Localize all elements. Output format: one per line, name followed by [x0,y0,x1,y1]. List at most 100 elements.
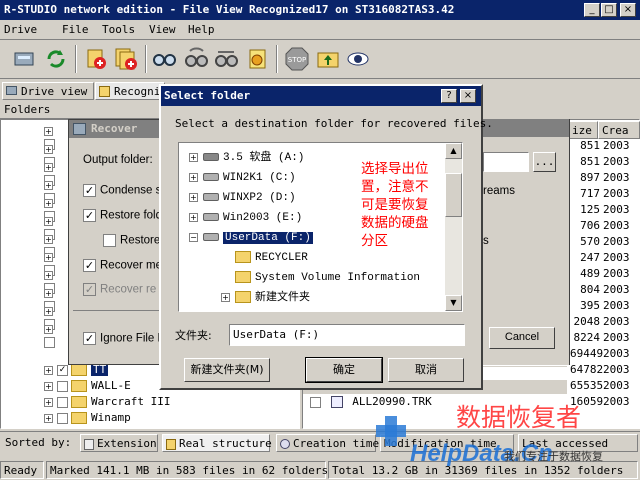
recover-re-checkbox[interactable]: ✓ [83,283,96,296]
sort-tab-label: Extension [97,437,157,450]
new-folder-button[interactable]: 新建文件夹(M) [184,358,270,382]
up-folder-icon[interactable] [314,45,342,73]
expand-icon[interactable]: + [44,162,53,172]
tree-checkbox[interactable]: ✓ [57,364,68,376]
restore-option[interactable]: Restore [103,234,160,247]
view-icon[interactable] [344,45,372,73]
drives-icon[interactable] [10,45,38,73]
expand-icon[interactable]: + [44,270,53,280]
expand-icon[interactable]: + [44,413,53,423]
recover-cancel-button[interactable]: Cancel [489,327,555,349]
tree-checkbox[interactable] [57,412,68,424]
recover-re-option[interactable]: ✓ Recover re [83,283,156,296]
file-row[interactable]: ALL20990.TRK [310,394,432,410]
column-size[interactable]: ize [568,121,598,139]
expand-icon[interactable]: + [189,213,198,222]
stop-icon[interactable]: STOP [283,45,311,73]
close-window-button[interactable]: × [620,3,636,17]
tree-item-wall-e[interactable]: + WALL-E [44,378,131,394]
sort-tab-real-structure[interactable]: Real structure [162,434,272,452]
tab-recognized[interactable]: Recogni [95,82,165,100]
expand-icon[interactable]: + [189,173,198,182]
open-icon[interactable] [243,45,271,73]
restore-folder-checkbox[interactable]: ✓ [83,209,96,222]
scan-all-icon[interactable] [182,45,210,73]
folder-icon [235,271,251,284]
menu-drive[interactable]: Drive [4,23,37,36]
menu-file[interactable]: File [62,23,89,36]
folder-icon [71,396,87,408]
cancel-button[interactable]: 取消 [388,358,464,382]
output-folder-input[interactable] [483,152,529,172]
created-cell: 2003 [603,395,630,408]
browse-button[interactable]: ... [533,152,556,172]
folder-tree-label: WIN2K1 (C:) [223,172,296,184]
sort-tab-extension[interactable]: Extension [80,434,158,452]
recover-icon[interactable] [212,45,240,73]
toolbar: STOP [0,41,640,79]
annotation-line: 可是要恢复 [361,197,429,213]
recover-me-checkbox[interactable]: ✓ [83,259,96,272]
scroll-up-button[interactable]: ▲ [445,143,462,159]
expand-icon[interactable]: + [44,365,53,375]
expand-icon[interactable]: + [221,293,230,302]
expand-icon[interactable]: + [44,324,53,334]
menu-help[interactable]: Help [188,23,215,36]
add-icon[interactable] [82,45,110,73]
folder-tree-item[interactable]: System Volume Information [189,268,447,288]
sort-tab-creation-time[interactable]: Creation time [276,434,379,452]
add-all-icon[interactable] [112,45,140,73]
expand-icon[interactable]: + [44,288,53,298]
file-checkbox[interactable] [310,396,321,408]
maximize-button[interactable]: □ [601,3,617,17]
restore-checkbox[interactable] [103,234,116,247]
tree-item-winamp[interactable]: + Winamp [44,410,131,426]
menu-view[interactable]: View [149,23,176,36]
scroll-down-button[interactable]: ▼ [445,295,462,311]
scan-icon[interactable] [150,45,178,73]
dialog-help-button[interactable]: ? [441,89,457,103]
tab-recognized-label: Recogni [114,85,161,98]
condense-option[interactable]: ✓ Condense s [83,184,161,197]
restore-folder-option[interactable]: ✓ Restore fold [83,209,162,222]
tab-drive-view[interactable]: Drive view [2,82,94,100]
expand-icon[interactable]: + [189,193,198,202]
expand-icon[interactable]: + [44,381,53,391]
dialog-close-button[interactable]: × [460,89,476,103]
expand-icon[interactable]: + [44,252,53,262]
folder-tree-item[interactable]: + 新建文件夹 [189,288,447,308]
created-cell: 2003 [603,331,630,344]
expand-icon[interactable]: + [44,397,53,407]
restore-folder-label: Restore fold [100,209,163,222]
expand-icon[interactable]: + [44,306,53,316]
recover-title: Recover [91,122,138,135]
tree-item-warcraft[interactable]: + Warcraft III [44,394,170,410]
ok-button[interactable]: 确定 [305,357,383,383]
expand-icon[interactable]: + [189,153,198,162]
collapse-icon[interactable]: − [189,233,198,242]
expand-icon[interactable]: + [44,144,53,154]
refresh-icon[interactable] [42,45,70,73]
expand-icon[interactable]: + [44,234,53,244]
expand-icon[interactable]: + [44,216,53,226]
size-cell: 717 [580,187,600,200]
tree-checkbox[interactable] [57,380,68,392]
condense-checkbox[interactable]: ✓ [83,184,96,197]
expand-icon[interactable]: + [44,198,53,208]
output-folder-label: Output folder: [83,154,153,166]
recover-me-option[interactable]: ✓ Recover me [83,259,162,272]
tree-checkbox[interactable] [57,396,68,408]
expand-icon[interactable]: + [44,126,53,136]
recover-reams-label: reams [483,185,515,197]
clock-icon [280,439,290,449]
folder-input[interactable]: UserData (F:) [229,324,465,346]
tree-checkbox[interactable] [44,336,55,348]
column-created[interactable]: Crea [598,121,640,139]
menu-tools[interactable]: Tools [102,23,135,36]
minimize-button[interactable]: _ [584,3,600,17]
folder-tree-item[interactable]: RECYCLER [189,248,447,268]
annotation-line: 选择导出位 [361,161,429,177]
ignore-checkbox[interactable]: ✓ [83,332,96,345]
expand-icon[interactable]: + [44,180,53,190]
ignore-option[interactable]: ✓ Ignore File M [83,332,167,345]
